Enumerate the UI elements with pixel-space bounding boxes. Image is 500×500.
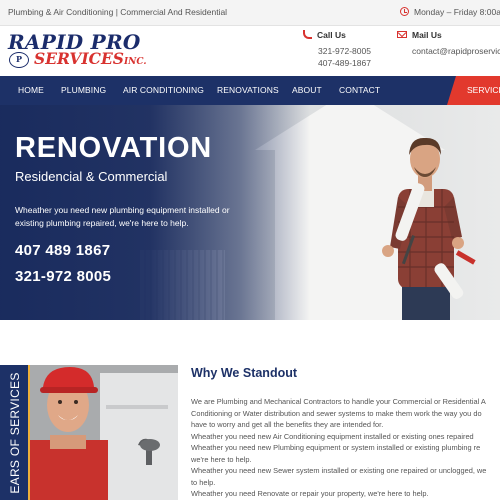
body-line: have to worry and get all the benefits t… — [191, 420, 384, 429]
nav-air-conditioning[interactable]: AIR CONDITIONING — [123, 76, 204, 105]
nav-about[interactable]: ABOUT — [292, 76, 322, 105]
logo-suffix: INC. — [123, 57, 147, 67]
body-line: Wheather you need new Air Conditioning e… — [191, 431, 474, 441]
call-us-block: Call Us 321-972-8005 407-489-1867 — [303, 30, 371, 69]
section-heading: Why We Standout — [191, 366, 298, 380]
tagline: Plumbing & Air Conditioning | Commercial… — [8, 7, 228, 17]
logo-badge-icon: P — [9, 52, 29, 68]
logo-line-2: SERVICESINC. — [34, 49, 147, 68]
mail-icon — [397, 31, 407, 38]
clock-icon — [400, 7, 409, 16]
hero-subtitle: Residencial & Commercial — [15, 169, 168, 184]
hero-title: RENOVATION — [15, 132, 213, 164]
nav-contact[interactable]: CONTACT — [339, 76, 380, 105]
service-request-button[interactable]: SERVICE R — [447, 76, 500, 105]
body-line: Wheather you need new Plumbing equipment… — [191, 443, 481, 452]
years-of-service-banner: EARS OF SERVICES — [0, 365, 30, 500]
call-us-heading: Call Us — [303, 30, 371, 40]
email-address[interactable]: contact@rapidproservice — [397, 45, 500, 57]
mail-us-block: Mail Us contact@rapidproservice — [397, 30, 500, 57]
top-info-bar: Plumbing & Air Conditioning | Commercial… — [0, 0, 500, 26]
phone-icon — [303, 30, 312, 39]
body-line: Conditioning or Water distribution and s… — [191, 408, 482, 418]
hours-text: Monday – Friday 8:00am — [414, 7, 500, 17]
site-header: RAPID PRO P SERVICESINC. Call Us 321-972… — [0, 26, 500, 76]
why-we-standout-section: EARS OF SERVICES Why We Standout We are … — [0, 320, 500, 500]
plumber-photo — [30, 365, 178, 500]
hero-phone-2[interactable]: 321-972 8005 — [15, 268, 111, 285]
nav-plumbing[interactable]: PLUMBING — [61, 76, 106, 105]
phone-number-1[interactable]: 321-972-8005 — [303, 45, 371, 57]
hero-description: Wheather you need new plumbing equipment… — [15, 205, 230, 228]
mail-us-heading: Mail Us — [397, 30, 500, 40]
hero-banner: RENOVATION Residencial & Commercial Whea… — [0, 105, 500, 320]
nav-home[interactable]: HOME — [18, 76, 44, 105]
nav-renovations[interactable]: RENOVATIONS — [217, 76, 279, 105]
body-line: to help. — [191, 477, 216, 487]
body-line: We are Plumbing and Mechanical Contracto… — [191, 397, 486, 406]
hero-phone-1[interactable]: 407 489 1867 — [15, 242, 110, 259]
business-hours: Monday – Friday 8:00am — [400, 7, 500, 17]
body-line: Wheather you need new Sewer system insta… — [191, 466, 487, 475]
body-line: we're here to help. — [191, 454, 252, 464]
years-label: EARS OF SERVICES — [8, 371, 22, 494]
company-logo[interactable]: RAPID PRO P SERVICESINC. — [8, 30, 148, 72]
body-line: Wheather you need Renovate or repair you… — [191, 489, 429, 498]
section-body: We are Plumbing and Mechanical Contracto… — [191, 396, 500, 500]
main-navigation: HOME PLUMBING AIR CONDITIONING RENOVATIO… — [0, 76, 500, 105]
phone-number-2[interactable]: 407-489-1867 — [303, 57, 371, 69]
